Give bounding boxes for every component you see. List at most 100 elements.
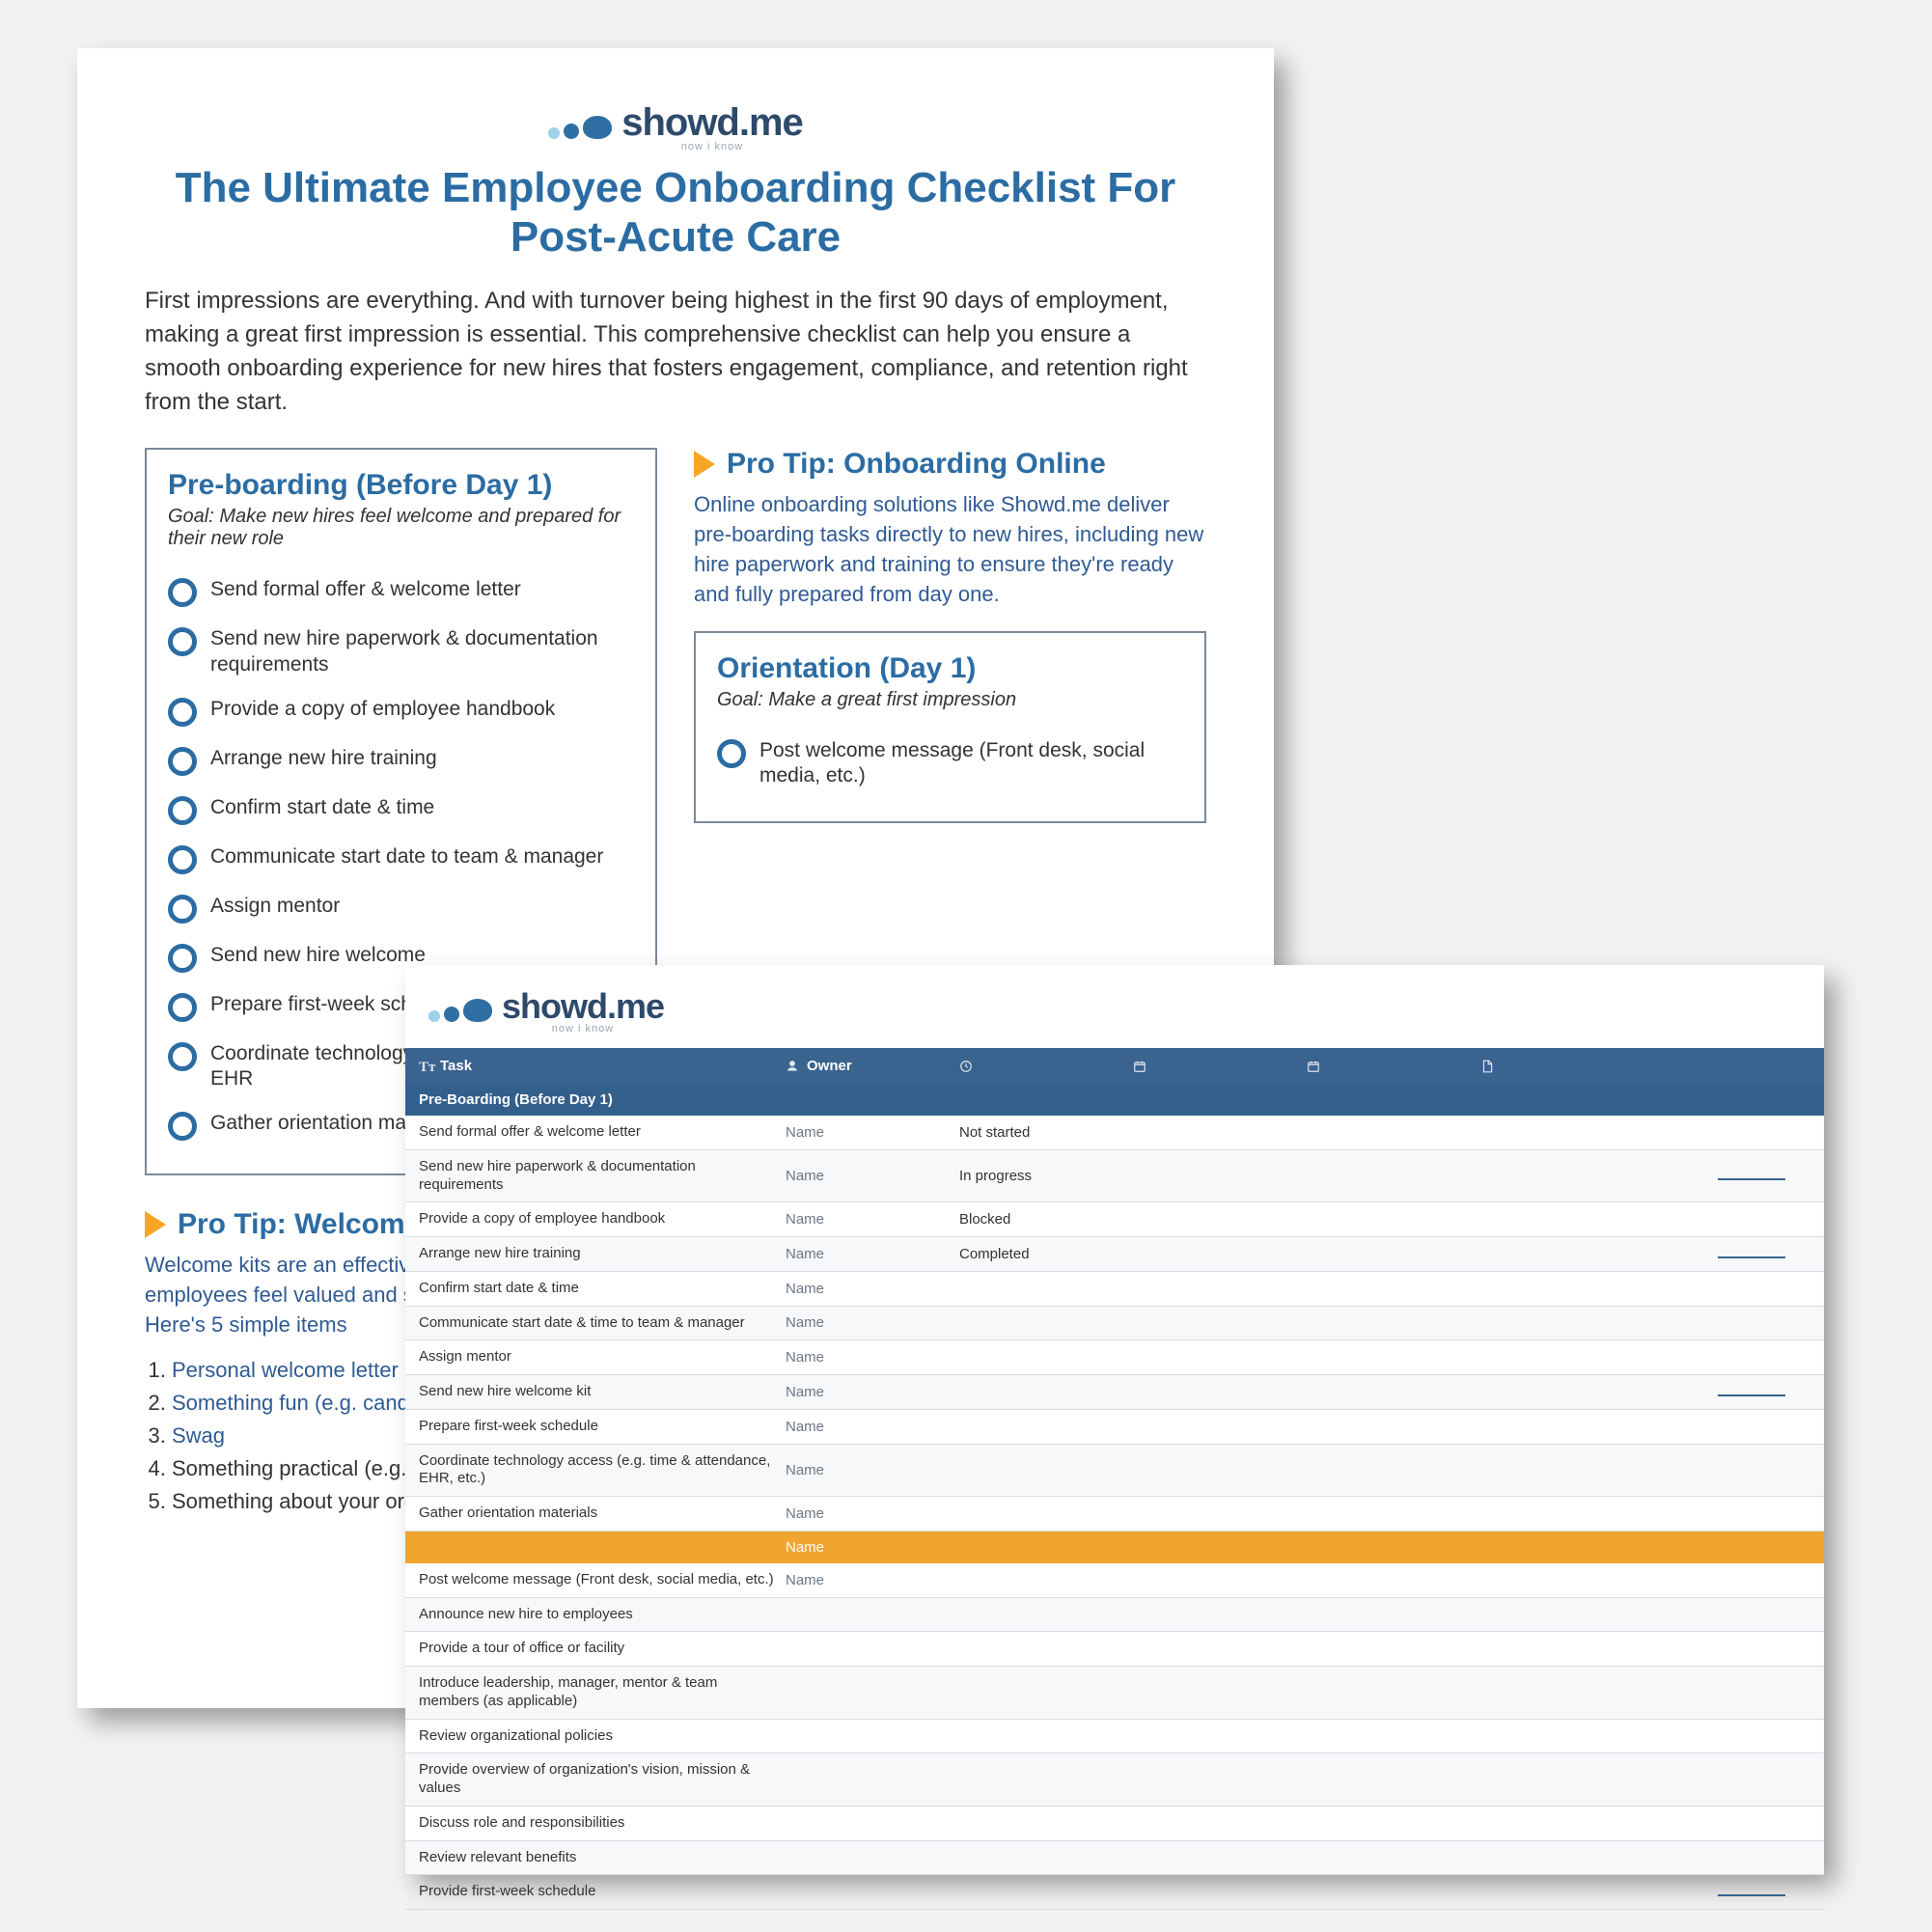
table-section-header[interactable]: Name xyxy=(405,1532,1824,1563)
checklist-item[interactable]: Post welcome message (Front desk, social… xyxy=(717,729,1183,799)
orientation-heading: Orientation (Day 1) xyxy=(717,652,1183,685)
table-row[interactable]: Provide first-week schedule xyxy=(405,1875,1824,1910)
checkbox-circle-icon[interactable] xyxy=(168,627,197,656)
cell-task: Send new hire paperwork & documentation … xyxy=(419,1158,786,1195)
calendar-icon xyxy=(1307,1060,1320,1073)
checklist-item[interactable]: Arrange new hire training xyxy=(168,736,634,786)
attachment-link-icon[interactable] xyxy=(1718,1394,1785,1396)
orientation-checklist: Post welcome message (Front desk, social… xyxy=(717,729,1183,799)
checklist-item-label: Send formal offer & welcome letter xyxy=(210,577,521,602)
cell-attachment[interactable] xyxy=(1480,1884,1810,1900)
table-row[interactable]: Assign mentorName xyxy=(405,1340,1824,1375)
checkbox-circle-icon[interactable] xyxy=(168,796,197,825)
preboarding-goal: Goal: Make new hires feel welcome and pr… xyxy=(168,506,634,550)
table-row[interactable]: Provide overview of organization's visio… xyxy=(405,1753,1824,1807)
cell-owner[interactable]: Name xyxy=(786,1505,959,1522)
table-row[interactable]: Introduce leadership, manager, mentor & … xyxy=(405,1667,1824,1720)
table-header: Tᴛ Task Owner xyxy=(405,1048,1824,1084)
checkbox-circle-icon[interactable] xyxy=(168,698,197,727)
checklist-item-label: Send new hire paperwork & documentation … xyxy=(210,626,634,677)
cell-owner[interactable]: Name xyxy=(786,1572,959,1588)
checklist-item[interactable]: Provide a copy of employee handbook xyxy=(168,687,634,736)
attachment-link-icon[interactable] xyxy=(1718,1178,1785,1180)
cell-owner[interactable]: Name xyxy=(786,1124,959,1141)
cell-owner[interactable]: Name xyxy=(786,1384,959,1400)
table-row[interactable]: Send formal offer & welcome letterNameNo… xyxy=(405,1116,1824,1150)
cell-task: Provide first-week schedule xyxy=(419,1883,786,1901)
checkbox-circle-icon[interactable] xyxy=(168,747,197,776)
table-body: Pre-Boarding (Before Day 1)Send formal o… xyxy=(405,1084,1824,1910)
checklist-item-label: Assign mentor xyxy=(210,894,340,919)
table-row[interactable]: Provide a tour of office or facility xyxy=(405,1632,1824,1667)
checklist-item[interactable]: Assign mentor xyxy=(168,884,634,933)
checklist-item[interactable]: Confirm start date & time xyxy=(168,786,634,835)
cell-task: Prepare first-week schedule xyxy=(419,1418,786,1436)
kit-item-label: Something practical (e.g. g xyxy=(172,1456,425,1480)
brand-name: showd.me xyxy=(621,101,803,144)
checklist-item[interactable]: Send new hire paperwork & documentation … xyxy=(168,617,634,687)
table-section-header[interactable]: Pre-Boarding (Before Day 1) xyxy=(405,1084,1824,1116)
checkbox-circle-icon[interactable] xyxy=(168,1112,197,1141)
attachment-link-icon[interactable] xyxy=(1718,1256,1785,1258)
orientation-goal: Goal: Make a great first impression xyxy=(717,689,1183,711)
person-icon xyxy=(786,1060,799,1073)
cell-status[interactable]: Blocked xyxy=(959,1211,1133,1228)
cell-owner[interactable]: Name xyxy=(786,1168,959,1184)
checklist-item-label: Post welcome message (Front desk, social… xyxy=(759,738,1183,789)
cell-attachment[interactable] xyxy=(1480,1246,1810,1262)
table-row[interactable]: Send new hire paperwork & documentation … xyxy=(405,1150,1824,1203)
cell-owner[interactable]: Name xyxy=(786,1462,959,1478)
cell-task: Assign mentor xyxy=(419,1348,786,1366)
table-row[interactable]: Send new hire welcome kitName xyxy=(405,1375,1824,1410)
cell-attachment[interactable] xyxy=(1480,1384,1810,1400)
checkbox-circle-icon[interactable] xyxy=(168,845,197,874)
cell-task: Provide a tour of office or facility xyxy=(419,1640,786,1658)
cell-task: Provide a copy of employee handbook xyxy=(419,1210,786,1228)
cell-status[interactable]: In progress xyxy=(959,1168,1133,1184)
cell-owner[interactable]: Name xyxy=(786,1281,959,1297)
checkbox-circle-icon[interactable] xyxy=(168,993,197,1022)
checklist-item-label: Gather orientation mat xyxy=(210,1111,412,1136)
table-row[interactable]: Review relevant benefits xyxy=(405,1841,1824,1876)
cell-status[interactable]: Not started xyxy=(959,1124,1133,1141)
table-row[interactable]: Communicate start date & time to team & … xyxy=(405,1307,1824,1341)
checklist-item[interactable]: Send formal offer & welcome letter xyxy=(168,567,634,617)
checkbox-circle-icon[interactable] xyxy=(168,578,197,607)
cell-owner[interactable]: Name xyxy=(786,1349,959,1366)
table-row[interactable]: Announce new hire to employees xyxy=(405,1598,1824,1633)
table-row[interactable]: Review organizational policies xyxy=(405,1720,1824,1754)
table-row[interactable]: Coordinate technology access (e.g. time … xyxy=(405,1445,1824,1498)
table-row[interactable]: Provide a copy of employee handbookNameB… xyxy=(405,1202,1824,1237)
checkbox-circle-icon[interactable] xyxy=(168,1042,197,1071)
cell-owner[interactable]: Name xyxy=(786,1211,959,1228)
table-row[interactable]: Confirm start date & timeName xyxy=(405,1272,1824,1307)
text-column-icon: Tᴛ xyxy=(419,1060,432,1073)
doc-title: The Ultimate Employee Onboarding Checkli… xyxy=(145,164,1206,262)
attachment-link-icon[interactable] xyxy=(1718,1894,1785,1896)
kit-item-label: Something fun (e.g. candy xyxy=(172,1391,420,1415)
checkbox-circle-icon[interactable] xyxy=(717,739,746,768)
checkbox-circle-icon[interactable] xyxy=(168,895,197,924)
table-row[interactable]: Gather orientation materialsName xyxy=(405,1497,1824,1532)
table-row[interactable]: Discuss role and responsibilities xyxy=(405,1807,1824,1841)
table-row[interactable]: Prepare first-week scheduleName xyxy=(405,1410,1824,1445)
table-row[interactable]: Post welcome message (Front desk, social… xyxy=(405,1563,1824,1598)
brand-name: showd.me xyxy=(502,986,664,1026)
logo-mark-icon xyxy=(428,999,492,1022)
checkbox-circle-icon[interactable] xyxy=(168,944,197,973)
status-icon xyxy=(959,1060,973,1073)
col-task: Task xyxy=(440,1058,472,1074)
cell-task: Post welcome message (Front desk, social… xyxy=(419,1571,786,1589)
table-row[interactable]: Arrange new hire trainingNameCompleted xyxy=(405,1237,1824,1272)
cell-status[interactable]: Completed xyxy=(959,1246,1133,1262)
cell-task: Coordinate technology access (e.g. time … xyxy=(419,1452,786,1489)
checklist-item[interactable]: Communicate start date to team & manager xyxy=(168,835,634,884)
cell-owner[interactable]: Name xyxy=(786,1419,959,1435)
cell-owner[interactable]: Name xyxy=(786,1314,959,1331)
cell-task: Gather orientation materials xyxy=(419,1504,786,1523)
cell-attachment[interactable] xyxy=(1480,1168,1810,1184)
brand-logo: showd.me now i know xyxy=(428,986,1824,1035)
cell-task: Introduce leadership, manager, mentor & … xyxy=(419,1674,786,1711)
checklist-item-label: Provide a copy of employee handbook xyxy=(210,697,555,722)
cell-owner[interactable]: Name xyxy=(786,1246,959,1262)
